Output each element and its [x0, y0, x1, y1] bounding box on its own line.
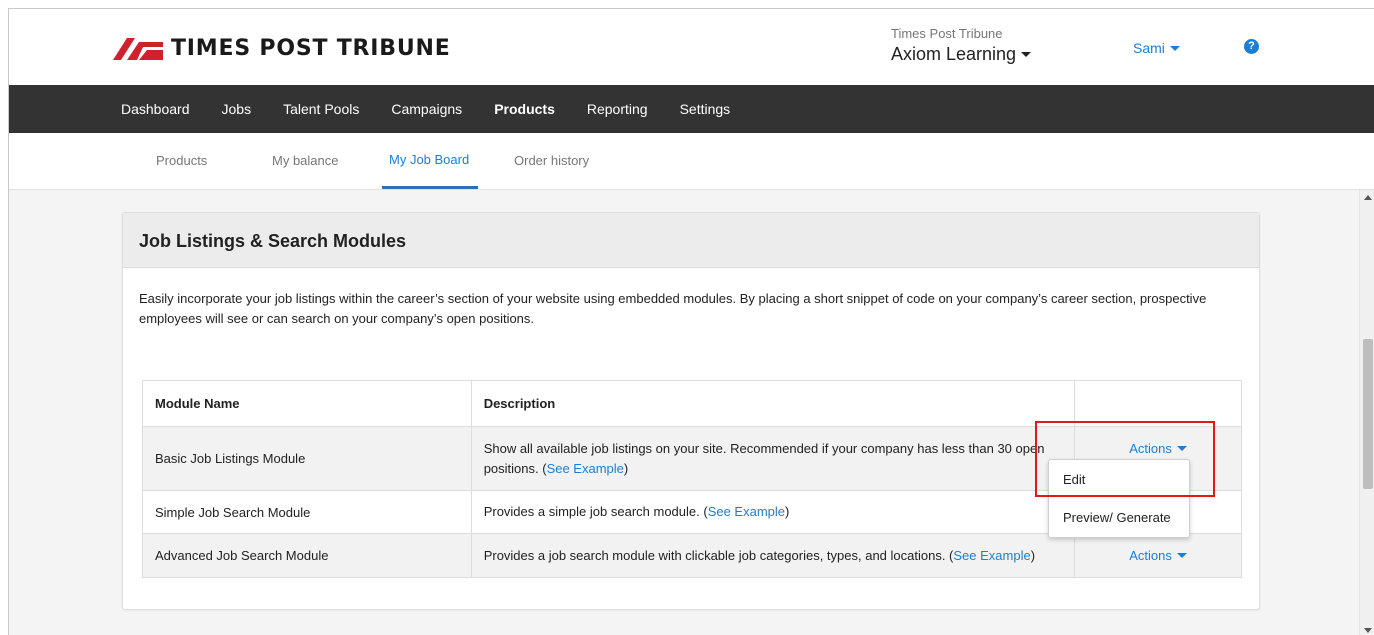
org-switcher[interactable]: Times Post Tribune Axiom Learning [891, 26, 1032, 65]
scroll-down-arrow-icon[interactable] [1364, 628, 1372, 633]
see-example-link[interactable]: See Example [547, 461, 624, 476]
description-end: ) [623, 460, 629, 476]
menu-item-preview-generate[interactable]: Preview/ Generate [1063, 510, 1171, 525]
vertical-scrollbar[interactable] [1359, 190, 1374, 635]
main-nav: Dashboard Jobs Talent Pools Campaigns Pr… [9, 85, 1374, 133]
module-description: Provides a simple job search module. (Se… [470, 490, 1076, 534]
org-label: Times Post Tribune [891, 26, 1003, 41]
red-highlight-box [1035, 421, 1215, 497]
logo-text: TIMES POST TRIBUNE [171, 35, 451, 61]
org-name-row[interactable]: Axiom Learning [891, 44, 1032, 65]
nav-item-campaigns[interactable]: Campaigns [391, 101, 462, 117]
table-row: Advanced Job Search Module Provides a jo… [142, 533, 1242, 578]
description-end: ) [785, 504, 790, 519]
nav-item-jobs[interactable]: Jobs [222, 101, 252, 117]
logo[interactable]: TIMES POST TRIBUNE [113, 35, 451, 61]
nav-item-reporting[interactable]: Reporting [587, 101, 648, 117]
nav-item-talent-pools[interactable]: Talent Pools [283, 101, 359, 117]
module-name: Advanced Job Search Module [142, 533, 472, 578]
active-tab-indicator [382, 186, 478, 189]
modules-card: Job Listings & Search Modules Easily inc… [122, 212, 1260, 610]
description-text: Provides a job search module with clicka… [483, 547, 954, 563]
caret-down-icon [1021, 52, 1032, 57]
caret-down-icon [1176, 553, 1187, 558]
app-window: TIMES POST TRIBUNE Times Post Tribune Ax… [8, 8, 1374, 635]
module-description: Show all available job listings on your … [470, 426, 1076, 491]
help-circle-icon[interactable]: ? [1244, 39, 1259, 54]
description-end: ) [1030, 547, 1036, 563]
actions-cell: Actions [1074, 533, 1242, 578]
nav-item-dashboard[interactable]: Dashboard [121, 101, 190, 117]
column-header-module-name: Module Name [142, 380, 472, 427]
card-title: Job Listings & Search Modules [123, 213, 1259, 268]
module-name: Simple Job Search Module [142, 490, 472, 534]
scrollbar-thumb[interactable] [1363, 339, 1373, 489]
tab-order-history[interactable]: Order history [514, 153, 589, 168]
actions-button[interactable]: Actions [1129, 548, 1187, 563]
module-description: Provides a job search module with clicka… [470, 533, 1076, 578]
nav-item-products[interactable]: Products [494, 101, 555, 117]
nav-item-settings[interactable]: Settings [680, 101, 731, 117]
user-name: Sami [1133, 40, 1165, 56]
table-header-row: Module Name Description [142, 380, 1242, 427]
tab-my-balance[interactable]: My balance [272, 153, 338, 168]
user-menu[interactable]: Sami [1133, 40, 1180, 56]
tab-my-job-board[interactable]: My Job Board [389, 152, 469, 167]
tab-products[interactable]: Products [156, 153, 207, 168]
actions-label: Actions [1129, 548, 1172, 563]
caret-down-icon [1169, 45, 1180, 51]
see-example-link[interactable]: See Example [953, 548, 1030, 563]
sub-nav: Products My balance My Job Board Order h… [9, 133, 1374, 190]
org-name: Axiom Learning [891, 44, 1017, 64]
tpt-logo-icon [113, 38, 163, 60]
top-header: TIMES POST TRIBUNE Times Post Tribune Ax… [9, 9, 1374, 85]
description-text: Provides a simple job search module. ( [483, 504, 708, 519]
scroll-up-arrow-icon[interactable] [1364, 195, 1372, 200]
see-example-link[interactable]: See Example [708, 504, 785, 519]
column-header-description: Description [470, 380, 1076, 427]
column-header-actions [1074, 380, 1242, 427]
module-name: Basic Job Listings Module [142, 426, 472, 491]
card-intro: Easily incorporate your job listings wit… [139, 291, 1207, 326]
